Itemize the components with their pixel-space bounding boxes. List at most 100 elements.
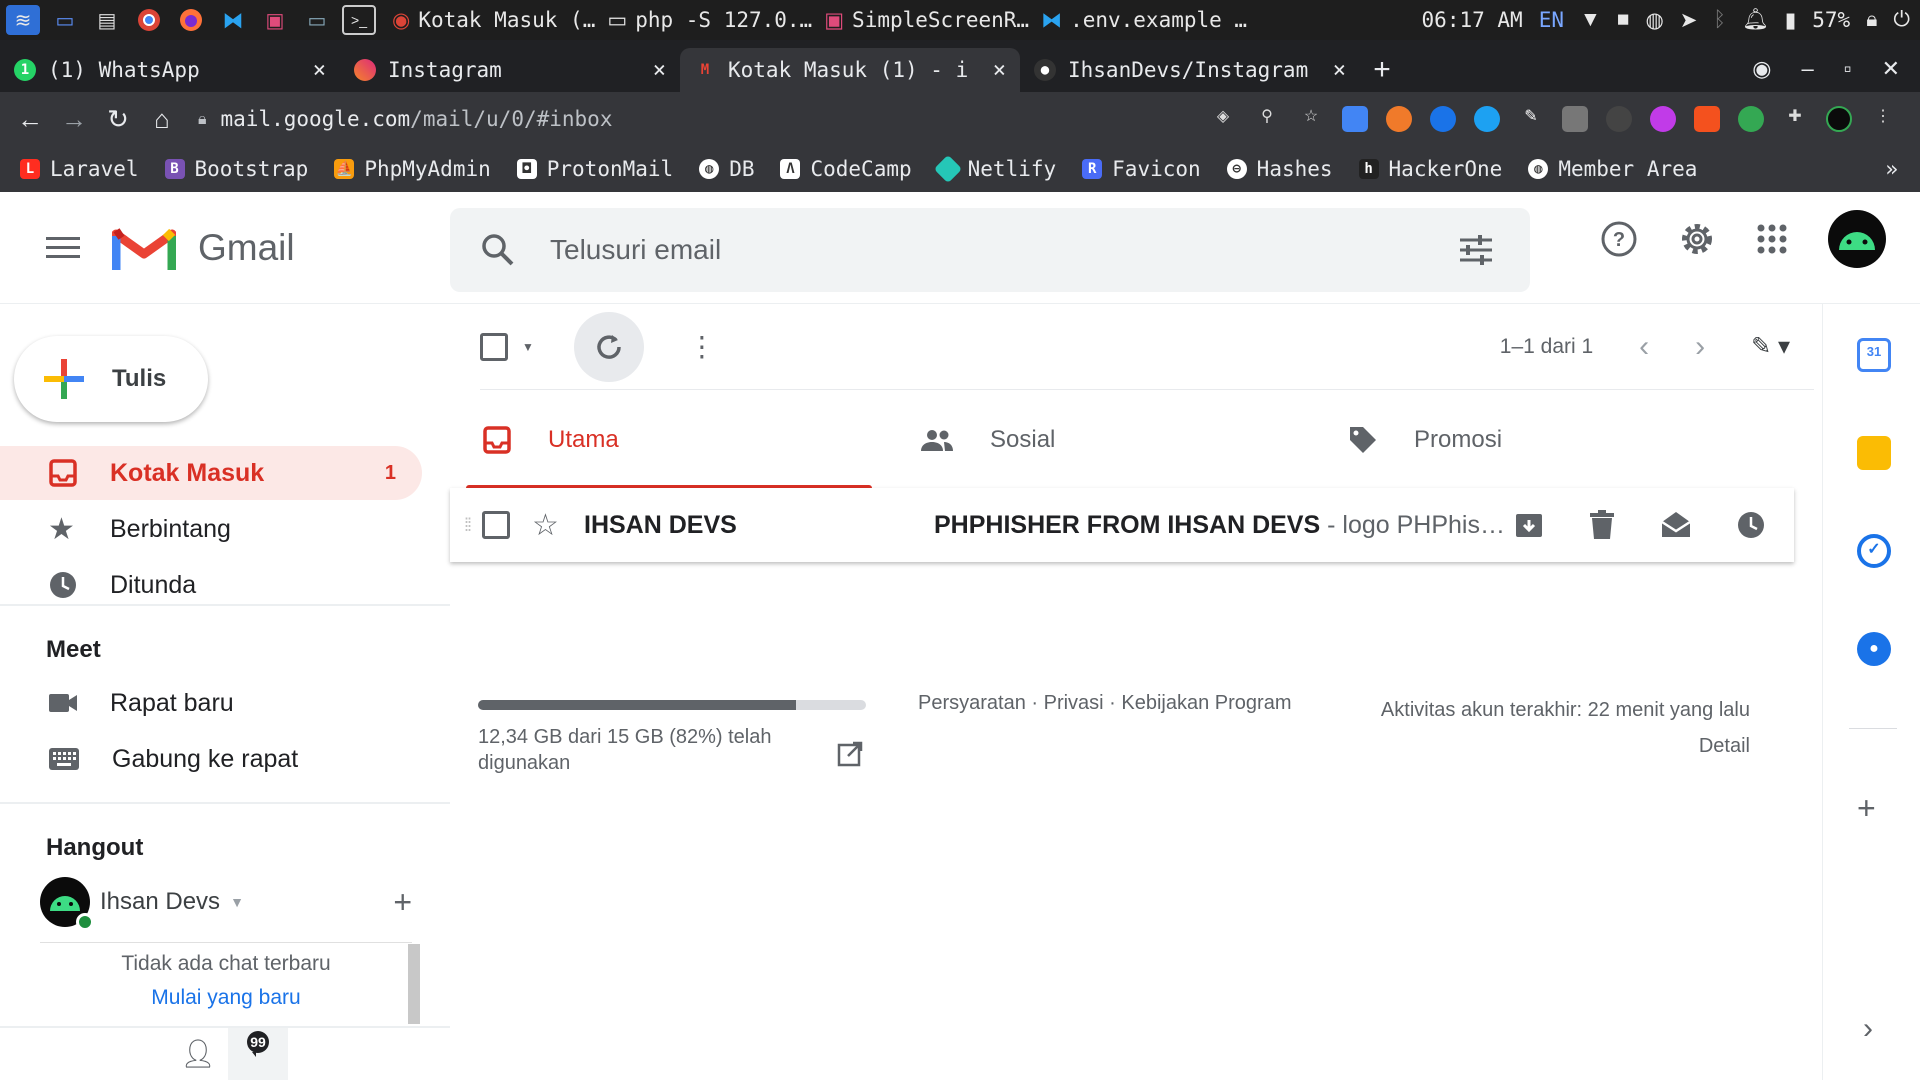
bookmark-codecamp[interactable]: Λ CodeCamp (780, 157, 912, 181)
search-ext-icon[interactable] (1474, 106, 1500, 132)
bookmark-hackerone[interactable]: h HackerOne (1358, 157, 1502, 181)
forward-icon[interactable]: → (52, 104, 96, 135)
app-menu-icon[interactable]: ≋ (6, 5, 40, 35)
bookmark-phpmyadmin[interactable]: ⛵ PhpMyAdmin (334, 157, 491, 181)
select-all[interactable]: ▼ (480, 332, 534, 361)
email-row[interactable]: ⁞⁞ ☆ IHSAN DEVS PHPHISHER FROM IHSAN DEV… (450, 488, 1794, 562)
minimize-icon[interactable]: – (1802, 56, 1814, 82)
meet-new-meeting[interactable]: Rapat baru (0, 676, 422, 730)
wappalyzer-icon[interactable] (1694, 106, 1720, 132)
close-icon[interactable]: × (993, 58, 1006, 83)
chevron-down-icon[interactable]: ▼ (230, 894, 244, 910)
sidebar-item-inbox[interactable]: Kotak Masuk 1 (0, 446, 422, 500)
select-all-checkbox[interactable] (480, 332, 508, 361)
archive-icon[interactable] (1514, 510, 1544, 540)
calendar-icon[interactable]: 31 (1857, 338, 1891, 372)
vscode-icon[interactable]: ⧓ (216, 5, 250, 35)
task-recorder[interactable]: ▣ SimpleScreenR… (824, 8, 1029, 33)
gmail-logo[interactable]: Gmail (112, 224, 295, 272)
lock-icon[interactable]: 🔒︎ (198, 109, 207, 129)
tab-instagram[interactable]: Instagram × (340, 48, 680, 92)
color-icon[interactable] (1650, 106, 1676, 132)
more-options-icon[interactable]: ⋮ (688, 330, 716, 363)
start-new-chat-link[interactable]: Mulai yang baru (40, 981, 412, 1015)
check-icon[interactable] (1430, 106, 1456, 132)
scrollbar[interactable] (408, 944, 420, 1024)
meet-join-meeting[interactable]: Gabung ke rapat (0, 732, 422, 786)
chrome-icon[interactable] (132, 5, 166, 35)
menu-dots-icon[interactable]: ⋮ (1870, 106, 1896, 132)
help-icon[interactable]: ? (1600, 220, 1638, 258)
eye-icon[interactable]: ◈ (1210, 106, 1236, 132)
battery-icon[interactable]: ▮ (1785, 8, 1797, 33)
sidebar-item-starred[interactable]: ★ Berbintang (0, 502, 422, 556)
bookmark-netlify[interactable]: Netlify (933, 154, 1056, 184)
wifi-icon[interactable]: ▼ (1580, 8, 1601, 32)
pen-icon[interactable]: ✎ (1518, 106, 1544, 132)
bookmark-bootstrap[interactable]: B Bootstrap (164, 157, 308, 181)
tab-social[interactable]: Sosial (892, 390, 1318, 490)
bookmark-favicon[interactable]: R Favicon (1082, 157, 1201, 181)
home-icon[interactable]: ⌂ (140, 104, 184, 135)
task-vscode[interactable]: ⧓ .env.example … (1041, 8, 1247, 33)
tab-primary[interactable]: Utama (466, 390, 892, 490)
firefox-icon[interactable] (174, 5, 208, 35)
search-icon[interactable] (480, 232, 516, 268)
add-addon-icon[interactable]: + (1857, 790, 1876, 827)
delete-icon[interactable] (1588, 510, 1616, 540)
puzzle-icon[interactable]: ✚ (1782, 106, 1808, 132)
back-icon[interactable]: ← (8, 104, 52, 135)
bookmark-member-area[interactable]: ◍ Member Area (1528, 157, 1697, 181)
plus-ext-icon[interactable] (1738, 106, 1764, 132)
dark-icon[interactable] (1606, 106, 1632, 132)
zoom-icon[interactable]: ⚲ (1254, 106, 1280, 132)
screen-icon[interactable]: ▭ (300, 5, 334, 35)
bookmark-laravel[interactable]: L Laravel (20, 157, 139, 181)
star-outline-icon[interactable]: ☆ (532, 508, 559, 543)
maximize-icon[interactable]: ▫ (1844, 56, 1852, 82)
profile-icon[interactable] (1826, 106, 1852, 132)
tab-gmail[interactable]: M Kotak Masuk (1) - i × (680, 48, 1020, 92)
mark-read-icon[interactable] (1660, 510, 1692, 538)
bell-icon[interactable]: 🔔︎ (1742, 8, 1769, 32)
lock-icon[interactable]: 🔒︎ (1866, 8, 1877, 32)
hangouts-icon[interactable]: 99 (228, 1028, 288, 1080)
power-icon[interactable]: ⏻ (1893, 8, 1910, 32)
telegram-icon[interactable]: ➤ (1680, 8, 1698, 33)
contacts-icon[interactable]: ● (1857, 632, 1891, 666)
new-tab-button[interactable]: + (1360, 48, 1404, 92)
account-avatar[interactable] (1828, 210, 1886, 268)
input-tools-icon[interactable]: ✎ ▾ (1751, 332, 1790, 361)
more-bookmarks-icon[interactable]: » (1885, 157, 1920, 181)
tab-promotions[interactable]: Promosi (1318, 390, 1744, 490)
show-desktop-icon[interactable]: ▭ (48, 5, 82, 35)
chevron-down-icon[interactable]: ▼ (522, 340, 534, 354)
camera-icon[interactable]: ■ (1617, 8, 1630, 32)
previous-page-icon[interactable]: ‹ (1639, 330, 1649, 364)
close-icon[interactable]: × (1333, 58, 1346, 83)
recorder-icon[interactable]: ▣ (258, 5, 292, 35)
terminal-icon[interactable]: >_ (342, 5, 376, 35)
email-checkbox[interactable] (482, 511, 510, 539)
refresh-button[interactable] (573, 311, 644, 382)
tasks-icon[interactable]: ✓ (1857, 534, 1891, 568)
search-input[interactable]: Telusuri email (550, 234, 721, 266)
bookmark-db[interactable]: ◍ DB (699, 157, 754, 181)
bluetooth-icon[interactable]: ᛒ (1713, 8, 1726, 32)
bookmark-protonmail[interactable]: ◘ ProtonMail (516, 157, 673, 181)
reload-icon[interactable]: ↻ (96, 104, 140, 135)
task-chrome[interactable]: ◉ Kotak Masuk (… (392, 8, 595, 33)
keep-icon[interactable] (1857, 436, 1891, 470)
translate-icon[interactable] (1342, 106, 1368, 132)
next-page-icon[interactable]: › (1695, 330, 1705, 364)
keyboard-layout[interactable]: EN (1539, 8, 1564, 32)
close-window-icon[interactable]: ✕ (1882, 56, 1900, 82)
add-chat-icon[interactable]: + (393, 884, 412, 921)
drag-handle-icon[interactable]: ⁞⁞ (464, 515, 472, 536)
cookie-icon[interactable] (1386, 106, 1412, 132)
compose-button[interactable]: Tulis (14, 336, 208, 422)
tab-search-icon[interactable]: ◉ (1752, 56, 1771, 82)
person-icon[interactable]: 👤︎ (168, 1028, 228, 1080)
bookmark-star-icon[interactable]: ☆ (1298, 106, 1324, 132)
bookmark-hashes[interactable]: ⊖ Hashes (1226, 157, 1333, 181)
